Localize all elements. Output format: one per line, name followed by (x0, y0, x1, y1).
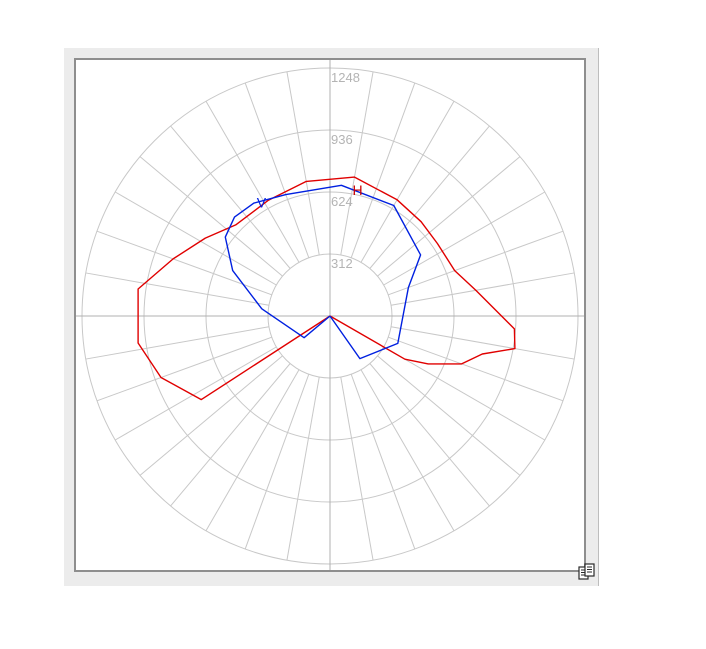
polar-intensity-chart: 312 624 936 1248 H V (76, 60, 584, 570)
grid-spoke (383, 346, 546, 441)
grid-spoke (85, 272, 270, 306)
grid-spoke (244, 82, 310, 258)
curve-label-h: H (352, 182, 362, 198)
grid-spoke (286, 376, 320, 561)
radial-tick-label: 312 (331, 256, 353, 271)
radial-tick-label: 936 (331, 132, 353, 147)
grid-spoke (205, 100, 300, 263)
grid-spoke (360, 369, 455, 532)
grid-spoke (244, 374, 310, 550)
grid-spoke (350, 374, 416, 550)
radial-tick-label: 624 (331, 194, 353, 209)
grid-spoke (96, 336, 272, 402)
grid-spoke (390, 272, 575, 306)
radial-tick-label: 1248 (331, 70, 360, 85)
grid-spoke (340, 71, 374, 256)
grid-spoke (114, 191, 277, 286)
grid-spoke (114, 346, 277, 441)
grid-spoke (360, 100, 455, 263)
grid-spoke (383, 191, 546, 286)
grid-spoke (350, 82, 416, 258)
series-layer (137, 176, 516, 401)
curve-label-v: V (257, 194, 267, 210)
copy-report-icon[interactable] (577, 562, 597, 582)
grid-spoke (340, 376, 374, 561)
grid-spoke (85, 326, 270, 360)
grid-spoke (205, 369, 300, 532)
grid-spoke (388, 336, 564, 402)
grid-spoke (96, 230, 272, 296)
grid-spoke (388, 230, 564, 296)
series-h-line (137, 176, 516, 401)
polar-grid (76, 60, 584, 570)
grid-spoke (286, 71, 320, 256)
